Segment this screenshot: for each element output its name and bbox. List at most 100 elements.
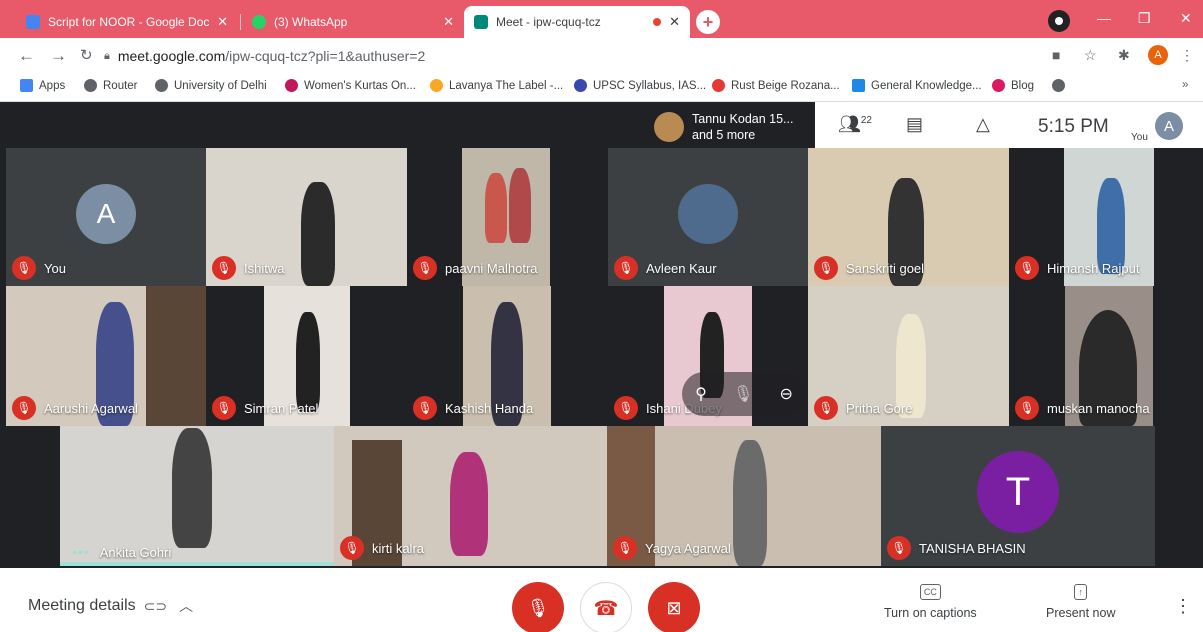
participant-tile[interactable]: 🎙︎ Aarushi Agarwal [6,286,206,426]
mic-off-icon: 🎙︎ [12,396,36,420]
participant-tile[interactable]: 🎙︎ Avleen Kaur [608,148,808,286]
profile-icon[interactable] [1048,10,1070,32]
bookmark-label: University of Delhi [174,79,267,92]
participant-tile[interactable]: T 🎙︎ TANISHA BHASIN [881,426,1155,566]
bookmark-womens-kurtas[interactable]: Women's Kurtas On... [285,79,416,92]
tab-whatsapp[interactable]: (3) WhatsApp ✕ [242,6,464,38]
globe-icon [84,79,97,92]
close-window-icon[interactable]: ✕ [1180,10,1192,27]
bookmark-label: General Knowledge... [871,79,982,92]
url-domain: meet.google.com [117,48,226,64]
mic-off-icon: 🎙︎ [413,256,437,280]
meeting-details-button[interactable]: Meeting details ⊂⊃ ︿ [28,596,193,616]
url-path: /ipw-cquq-tcz?pli=1&authuser=2 [225,48,426,64]
bookmark-upsc[interactable]: UPSC Syllabus, IAS... [574,79,706,92]
tab-title: Script for NOOR - Google Docs [48,15,210,29]
book-icon [852,79,865,92]
participant-tile[interactable]: 🎙︎ kirti kalra [334,426,607,566]
bookmark-label: Router [103,79,138,92]
participant-tile-you[interactable]: A 🎙︎ You [6,148,206,286]
close-icon[interactable]: ✕ [669,14,680,30]
restore-icon[interactable]: ❐ [1138,10,1151,27]
participant-tile[interactable]: 🎙︎ Yagya Agarwal [607,426,881,566]
bookmark-label: Apps [39,79,66,92]
minimize-icon[interactable]: — [1097,10,1111,26]
cap-icon [574,79,587,92]
bookmark-apps[interactable]: Apps [20,79,65,92]
bookmark-university-of-delhi[interactable]: University of Delhi [155,79,267,92]
door-background [146,286,206,426]
participant-tile[interactable]: ••• Ankita Gohri [60,426,334,566]
participant-tile[interactable]: 🎙︎ paavni Malhotra [407,148,608,286]
participant-name: Sanskriti goel [846,260,925,276]
close-icon[interactable]: ✕ [217,14,228,30]
forward-icon[interactable]: → [50,46,67,66]
bookmark-lavanya[interactable]: Lavanya The Label -... [430,79,563,92]
activities-icon[interactable]: △ [976,114,990,135]
new-tab-button[interactable]: + [696,10,720,34]
bookmark-blog[interactable]: Blog [992,79,1034,92]
present-icon: ↑ [1074,584,1087,600]
menu-icon[interactable]: ⋮ [1180,47,1194,64]
participant-video [172,428,212,548]
recording-dot-icon [653,18,662,26]
whatsapp-icon [252,15,266,29]
mic-off-icon: 🎙︎ [1015,256,1039,280]
tab-google-docs[interactable]: Script for NOOR - Google Docs ✕ [16,6,238,38]
close-icon[interactable]: ✕ [443,14,454,30]
mute-participant-icon[interactable]: 🎙︎ [733,384,753,404]
bookmark-rust-beige[interactable]: Rust Beige Rozana... [712,79,840,92]
bookmark-general-knowledge[interactable]: General Knowledge... [852,79,982,92]
participant-tile[interactable]: 🎙︎ muskan manocha [1009,286,1203,426]
bookmark-router[interactable]: Router [84,79,138,92]
self-avatar[interactable]: A [1155,112,1183,140]
remove-icon[interactable]: ⊖ [780,384,793,404]
url-field[interactable]: 🔒︎ meet.google.com /ipw-cquq-tcz?pli=1&a… [104,43,1134,69]
participant-tile[interactable]: 🎙︎ Sanskriti goel [808,148,1009,286]
participant-name: You [44,260,66,276]
participant-name: kirti kalra [372,540,425,556]
camera-in-use-icon[interactable]: ■ [1052,47,1060,63]
tab-meet[interactable]: Meet - ipw-cquq-tcz ✕ [464,6,690,38]
you-label: You [1131,132,1148,143]
lock-icon: 🔒︎ [104,49,110,62]
participant-figure [509,168,531,243]
participant-name: Ankita Gohri [99,544,172,560]
bookmark-label: Blog [1011,79,1035,92]
pin-icon[interactable]: ⚲ [695,384,707,404]
bookmarks-overflow-icon[interactable]: » [1182,79,1188,91]
extensions-icon[interactable]: ✱ [1118,47,1130,64]
participant-tile[interactable]: 🎙︎ Kashish Handa [407,286,608,426]
mic-off-icon: 🎙︎ [212,396,236,420]
captions-button[interactable]: CC Turn on captions [884,584,977,620]
participant-tile[interactable]: 🎙︎ Ishitwa [206,148,407,286]
bookmark-label: Rust Beige Rozana... [731,79,840,92]
participant-tile[interactable]: 🎙︎ Pritha Gore [808,286,1009,426]
participant-name: muskan manocha [1047,400,1150,416]
present-now-button[interactable]: ↑ Present now [1046,584,1115,620]
people-icon[interactable]: 👥︎22 [838,114,872,135]
bookmark-globe[interactable] [1052,79,1071,92]
reload-icon[interactable]: ↻ [80,46,93,64]
shop-icon [285,79,298,92]
presenter-indicator[interactable]: Tannu Kodan 15... and 5 more [654,106,810,148]
participant-name: Yagya Agarwal [645,540,731,556]
back-icon[interactable]: ← [18,46,35,66]
profile-avatar[interactable]: A [1148,45,1168,65]
participant-video [450,452,488,556]
participant-name: Simran Patel [244,400,319,416]
leave-call-button[interactable]: ☎︎ [580,582,632,632]
speaking-dots-icon: ••• [72,544,90,560]
bookmarks-bar: Apps Router University of Delhi Women's … [0,74,1203,102]
participant-tile[interactable]: 🎙︎ Himansh Rajput [1009,148,1203,286]
star-icon[interactable]: ☆ [1084,47,1097,64]
participant-name: Avleen Kaur [646,260,717,276]
tab-title: (3) WhatsApp [274,15,348,29]
more-options-icon[interactable]: ⋮ [1174,596,1192,617]
participant-tile[interactable]: 🎙︎ Simran Patel [206,286,407,426]
tab-separator [240,14,241,30]
camera-toggle-button[interactable]: ⊠ [648,582,700,632]
docs-icon [26,15,40,29]
chat-icon[interactable]: ▤ [906,114,923,135]
mic-toggle-button[interactable]: 🎙︎ [512,582,564,632]
